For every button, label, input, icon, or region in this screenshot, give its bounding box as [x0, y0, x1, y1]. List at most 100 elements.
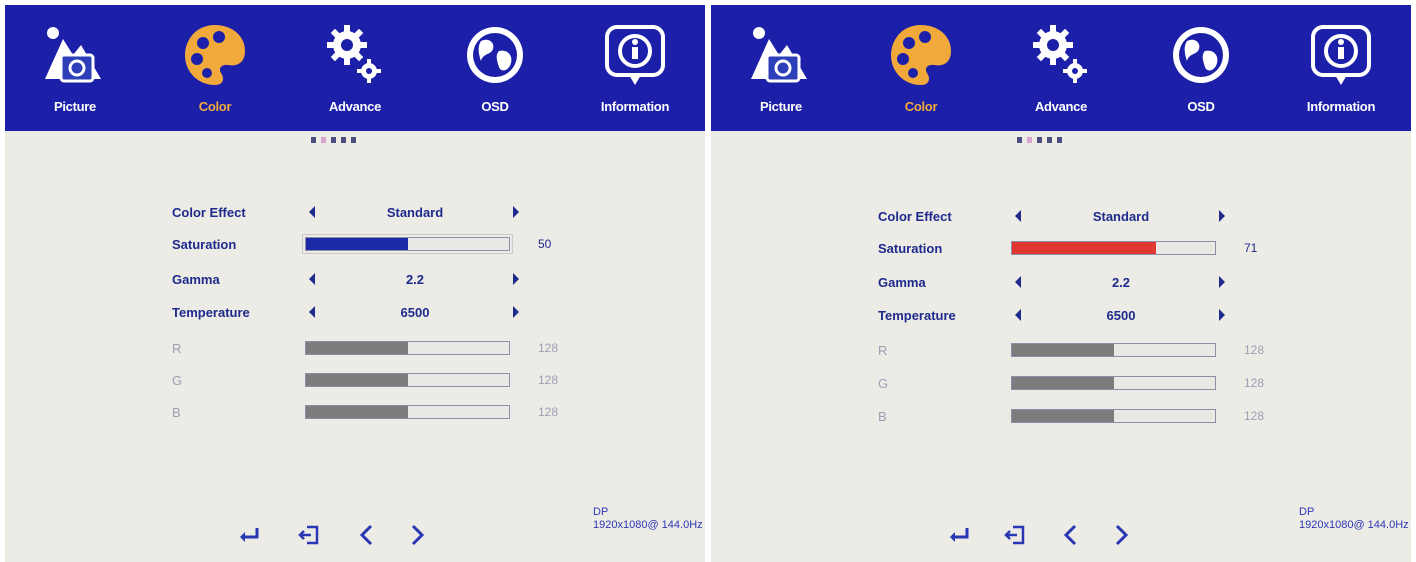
- gamma-row[interactable]: Gamma 2.2: [5, 269, 705, 291]
- tab-color[interactable]: Color: [165, 15, 265, 127]
- blue-slider[interactable]: [305, 405, 510, 419]
- blue-value: 128: [538, 405, 559, 419]
- color-effect-row[interactable]: Color Effect Standard: [711, 206, 1411, 228]
- tab-information[interactable]: Information: [1291, 15, 1391, 127]
- page-dot: [1047, 137, 1052, 143]
- red-slider[interactable]: [305, 341, 510, 355]
- temperature-label: Temperature: [172, 305, 250, 320]
- gamma-row[interactable]: Gamma 2.2: [711, 272, 1411, 294]
- chevron-left-icon: [1063, 524, 1077, 546]
- tab-label: Advance: [1034, 99, 1088, 114]
- resolution-readout: 1920x1080@ 144.0Hz: [1299, 519, 1409, 531]
- green-slider[interactable]: [305, 373, 510, 387]
- input-source-info: DP 1920x1080@ 144.0Hz: [593, 506, 703, 532]
- menu-tab-bar: Picture Color Advance OSD Information: [5, 5, 705, 131]
- red-row[interactable]: R 128: [5, 338, 705, 360]
- tab-label: Advance: [328, 99, 382, 114]
- page-dot: [351, 137, 356, 143]
- tab-advance[interactable]: Advance: [305, 15, 405, 127]
- info-icon: [1311, 25, 1371, 85]
- blue-value: 128: [1244, 409, 1265, 423]
- arrow-right-icon[interactable]: [513, 306, 519, 318]
- chevron-right-icon: [1115, 524, 1129, 546]
- color-effect-value: Standard: [386, 205, 444, 220]
- tab-picture[interactable]: Picture: [25, 15, 125, 127]
- tab-osd[interactable]: OSD: [1151, 15, 1251, 127]
- gears-icon: [1033, 25, 1087, 83]
- palette-icon: [185, 25, 245, 85]
- saturation-value: 50: [538, 237, 552, 251]
- green-slider[interactable]: [1011, 376, 1216, 390]
- input-source: DP: [1299, 506, 1315, 518]
- picture-icon: [45, 27, 101, 83]
- temperature-row[interactable]: Temperature 6500: [5, 302, 705, 324]
- gamma-label: Gamma: [172, 272, 220, 287]
- gamma-value: 2.2: [405, 272, 425, 287]
- osd-screen-left: Picture Color Advance OSD Information Co…: [5, 5, 705, 562]
- osd-screen-right: Picture Color Advance OSD Information Co…: [711, 5, 1411, 562]
- saturation-slider[interactable]: [1011, 241, 1216, 255]
- red-value: 128: [1244, 343, 1265, 357]
- tab-label: OSD: [1187, 99, 1215, 114]
- arrow-right-icon[interactable]: [513, 206, 519, 218]
- color-effect-value: Standard: [1092, 209, 1150, 224]
- blue-label: B: [878, 409, 887, 424]
- green-row[interactable]: G 128: [711, 373, 1411, 395]
- blue-row[interactable]: B 128: [5, 402, 705, 424]
- gamma-value: 2.2: [1111, 275, 1131, 290]
- arrow-right-icon[interactable]: [513, 273, 519, 285]
- green-fill: [306, 374, 408, 386]
- globe-icon: [1173, 27, 1229, 83]
- temperature-row[interactable]: Temperature 6500: [711, 305, 1411, 327]
- red-row[interactable]: R 128: [711, 340, 1411, 362]
- page-dot: [331, 137, 336, 143]
- tab-color[interactable]: Color: [871, 15, 971, 127]
- tab-information[interactable]: Information: [585, 15, 685, 127]
- tab-picture[interactable]: Picture: [731, 15, 831, 127]
- tab-label: OSD: [481, 99, 509, 114]
- tab-advance[interactable]: Advance: [1011, 15, 1111, 127]
- tab-label: Information: [600, 99, 670, 114]
- green-fill: [1012, 377, 1114, 389]
- blue-slider[interactable]: [1011, 409, 1216, 423]
- arrow-right-icon[interactable]: [1219, 210, 1225, 222]
- arrow-left-icon[interactable]: [309, 206, 315, 218]
- tab-label: Color: [904, 99, 938, 114]
- arrow-left-icon[interactable]: [1015, 276, 1021, 288]
- gears-icon: [327, 25, 381, 83]
- arrow-left-icon[interactable]: [309, 273, 315, 285]
- blue-row[interactable]: B 128: [711, 406, 1411, 428]
- saturation-fill: [306, 238, 408, 250]
- temperature-label: Temperature: [878, 308, 956, 323]
- arrow-right-icon[interactable]: [1219, 309, 1225, 321]
- page-dot: [1057, 137, 1062, 143]
- blue-fill: [1012, 410, 1114, 422]
- arrow-left-icon[interactable]: [1015, 309, 1021, 321]
- tab-label: Picture: [760, 99, 802, 114]
- green-value: 128: [538, 373, 559, 387]
- red-label: R: [878, 343, 888, 358]
- color-effect-row[interactable]: Color Effect Standard: [5, 202, 705, 224]
- red-slider[interactable]: [1011, 343, 1216, 357]
- input-source-info: DP 1920x1080@ 144.0Hz: [1299, 506, 1409, 532]
- saturation-value: 71: [1244, 241, 1258, 255]
- enter-icon: [240, 528, 259, 542]
- green-label: G: [172, 373, 183, 388]
- page-dot-active: [321, 137, 326, 143]
- picture-icon: [751, 27, 807, 83]
- enter-icon: [950, 528, 969, 542]
- arrow-right-icon[interactable]: [1219, 276, 1225, 288]
- page-dot: [341, 137, 346, 143]
- saturation-slider[interactable]: [302, 234, 513, 254]
- arrow-left-icon[interactable]: [309, 306, 315, 318]
- arrow-left-icon[interactable]: [1015, 210, 1021, 222]
- saturation-row[interactable]: Saturation 50: [5, 234, 705, 256]
- saturation-fill: [1012, 242, 1157, 254]
- gamma-label: Gamma: [878, 275, 926, 290]
- tab-osd[interactable]: OSD: [445, 15, 545, 127]
- green-row[interactable]: G 128: [5, 370, 705, 392]
- palette-icon: [891, 25, 951, 85]
- resolution-readout: 1920x1080@ 144.0Hz: [593, 519, 703, 531]
- saturation-row[interactable]: Saturation 71: [711, 238, 1411, 260]
- tab-label: Information: [1306, 99, 1376, 114]
